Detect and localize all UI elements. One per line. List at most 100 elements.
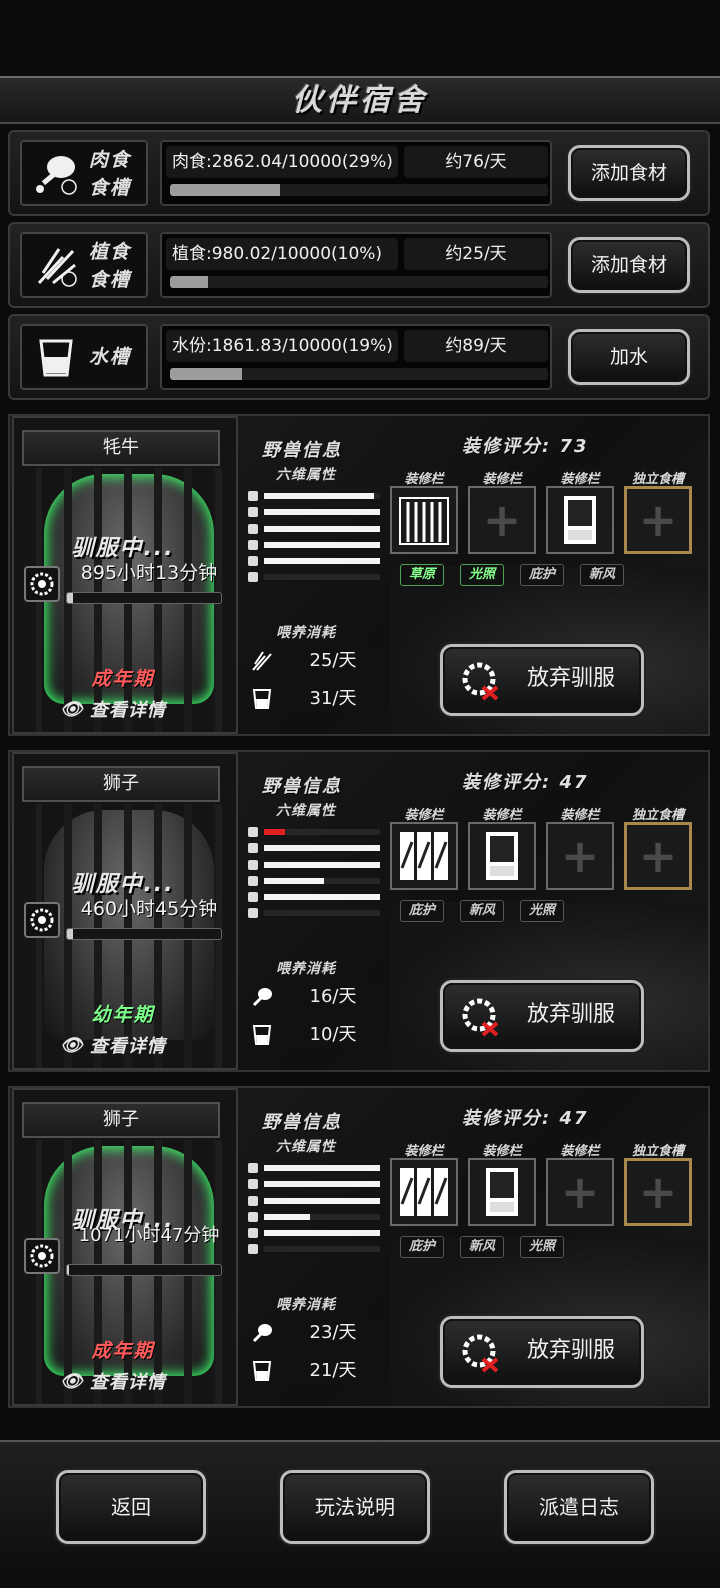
deco-score: 装修评分: 47 (462, 772, 589, 793)
tag-ventilation: 新风 (580, 564, 624, 586)
deco-slot-glass[interactable] (390, 1158, 458, 1226)
tag-shelter: 庇护 (520, 564, 564, 586)
animal-name: 狮子 (22, 1102, 220, 1138)
meat-trough: 肉食 食槽 肉食:2862.04/10000(29%) 约76/天 添加食材 (8, 130, 710, 216)
collar-icon (24, 566, 60, 602)
plus-icon: + (560, 1165, 600, 1219)
taming-progress-bar (66, 928, 222, 940)
collar-icon (24, 1238, 60, 1274)
deco-slot-door[interactable] (546, 486, 614, 554)
own-trough-label: 独立食槽 (631, 1144, 684, 1159)
meat-progress-bar (170, 184, 548, 196)
own-trough-label: 独立食槽 (631, 808, 684, 823)
plant-trough-label-box: 植食 食槽 (20, 232, 148, 298)
taming-progress-bar (66, 1264, 222, 1276)
add-plant-button[interactable]: 添加食材 (568, 237, 690, 293)
deco-slot-fence[interactable] (390, 486, 458, 554)
back-button[interactable]: 返回 (56, 1470, 206, 1544)
eye-icon: 👁 (60, 698, 84, 720)
deco-score: 装修评分: 73 (462, 436, 589, 457)
tag-light: 光照 (460, 564, 504, 586)
growth-stage: 成年期 (91, 1340, 155, 1362)
plus-icon: + (638, 493, 678, 547)
attr-list (248, 488, 388, 586)
meat-amount: 肉食:2862.04/10000(29%) (166, 146, 398, 178)
water-icon (250, 1359, 274, 1383)
abandon-taming-button[interactable]: 放弃驯服 (440, 644, 644, 716)
page-title: 伙伴宿舍 (292, 83, 428, 118)
deco-slot-door[interactable] (468, 1158, 536, 1226)
deco-slot-label: 装修栏 (560, 808, 600, 823)
eye-icon: 👁 (60, 1370, 84, 1392)
six-attrs-title: 六维属性 (276, 803, 336, 819)
deco-slot-label: 装修栏 (560, 1144, 600, 1159)
beast-info-title: 野兽信息 (262, 776, 342, 797)
abandon-taming-button[interactable]: 放弃驯服 (440, 1316, 644, 1388)
meat-trough-label: 肉食 食槽 (88, 149, 131, 199)
feed-value: 23/天 (282, 1318, 384, 1348)
deco-slot-glass[interactable] (390, 822, 458, 890)
plus-icon: + (482, 493, 522, 547)
abandon-taming-button[interactable]: 放弃驯服 (440, 980, 644, 1052)
animal-name: 狮子 (22, 766, 220, 802)
feed-cost-title: 喂养消耗 (276, 625, 336, 641)
deco-slot-label: 装修栏 (482, 472, 522, 487)
view-detail-link[interactable]: 👁 查看详情 (60, 1032, 220, 1058)
animal-name: 牦牛 (22, 430, 220, 466)
water-amount: 水份:1861.83/10000(19%) (166, 330, 398, 362)
taming-status: 驯服中... (71, 536, 175, 561)
deco-slot-empty[interactable]: + (468, 486, 536, 554)
deco-slot-label: 装修栏 (404, 1144, 444, 1159)
tag-light: 光照 (520, 900, 564, 922)
deco-slot-door[interactable] (468, 822, 536, 890)
six-attrs-title: 六维属性 (276, 1139, 336, 1155)
six-attrs-title: 六维属性 (276, 467, 336, 483)
meat-icon (30, 148, 82, 200)
own-trough-slot[interactable]: + (624, 1158, 692, 1226)
add-water-button[interactable]: 加水 (568, 329, 690, 385)
abandon-icon (459, 1331, 503, 1375)
water-icon (250, 687, 274, 711)
tag-shelter: 庇护 (400, 1236, 444, 1258)
feed-row: 25/天 (250, 646, 390, 676)
meat-rate: 约76/天 (404, 146, 548, 178)
own-trough-slot[interactable]: + (624, 822, 692, 890)
taming-time: 460小时45分钟 (80, 898, 218, 920)
abandon-icon (459, 659, 503, 703)
feed-row: 16/天 (250, 982, 390, 1012)
dispatch-log-button[interactable]: 派遣日志 (504, 1470, 654, 1544)
plant-icon (30, 240, 82, 292)
plant-trough-info: 植食:980.02/10000(10%) 约25/天 (160, 232, 552, 298)
water-progress-bar (170, 368, 548, 380)
plant-progress-bar (170, 276, 548, 288)
own-trough-label: 独立食槽 (631, 472, 684, 487)
deco-slot-empty[interactable]: + (546, 1158, 614, 1226)
plus-icon: + (638, 829, 678, 883)
animal-panel-yak: 牦牛 驯服中... 895小时13分钟 成年期 👁 查看详情 野兽信息 装修评分:… (8, 414, 710, 736)
view-detail-link[interactable]: 👁 查看详情 (60, 696, 220, 722)
view-detail-link[interactable]: 👁 查看详情 (60, 1368, 220, 1394)
feed-value: 21/天 (282, 1356, 384, 1386)
taming-progress-bar (66, 592, 222, 604)
water-trough-label: 水槽 (88, 346, 131, 368)
feed-value: 25/天 (282, 646, 384, 676)
abandon-icon (459, 995, 503, 1039)
deco-slot-label: 装修栏 (404, 472, 444, 487)
water-rate: 约89/天 (404, 330, 548, 362)
meat-icon (250, 985, 274, 1009)
water-trough: 水槽 水份:1861.83/10000(19%) 约89/天 加水 (8, 314, 710, 400)
own-trough-slot[interactable]: + (624, 486, 692, 554)
feed-cost-title: 喂养消耗 (276, 1297, 336, 1313)
taming-status: 驯服中... (71, 872, 175, 897)
collar-icon (24, 902, 60, 938)
tag-grassland: 草原 (400, 564, 444, 586)
help-button[interactable]: 玩法说明 (280, 1470, 430, 1544)
growth-stage: 幼年期 (91, 1004, 155, 1026)
taming-time: 1071小时47分钟 (78, 1225, 220, 1246)
animal-panel-lion: 狮子 驯服中... 460小时45分钟 幼年期 👁 查看详情 野兽信息 装修评分:… (8, 750, 710, 1072)
add-meat-button[interactable]: 添加食材 (568, 145, 690, 201)
water-trough-info: 水份:1861.83/10000(19%) 约89/天 (160, 324, 552, 390)
feed-row: 31/天 (250, 684, 390, 714)
deco-slot-empty[interactable]: + (546, 822, 614, 890)
meat-trough-info: 肉食:2862.04/10000(29%) 约76/天 (160, 140, 552, 206)
